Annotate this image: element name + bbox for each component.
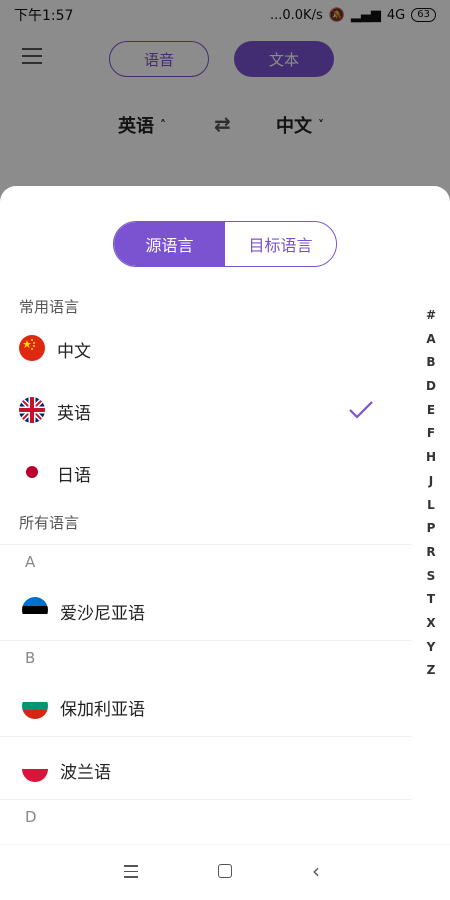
common-languages-title: 常用语言 [19, 298, 80, 316]
index-letter[interactable]: S [427, 565, 436, 589]
language-item-estonian[interactable]: 爱沙尼亚语 [0, 580, 410, 640]
index-letter[interactable]: D [426, 375, 436, 399]
index-letter[interactable]: B [426, 351, 435, 375]
index-letter[interactable]: # [426, 304, 436, 328]
bulgaria-flag-icon [22, 693, 48, 719]
divider [0, 736, 412, 737]
index-letter[interactable]: L [427, 494, 435, 518]
section-letter: A [25, 553, 36, 571]
language-label: 波兰语 [60, 763, 111, 783]
language-label: 保加利亚语 [60, 700, 145, 720]
language-item-english[interactable]: 英语 [0, 380, 410, 440]
language-type-toggle: 源语言 目标语言 [113, 221, 337, 267]
language-item-chinese[interactable]: 中文 [0, 318, 410, 378]
index-letter[interactable]: J [429, 470, 433, 494]
all-languages-title: 所有语言 [19, 514, 80, 532]
index-letter[interactable]: P [427, 517, 436, 541]
tab-source-language[interactable]: 源语言 [114, 222, 225, 266]
index-letter[interactable]: R [426, 541, 435, 565]
divider [0, 799, 412, 800]
tab-target-language[interactable]: 目标语言 [225, 222, 336, 266]
language-label: 中文 [57, 342, 91, 362]
index-letter[interactable]: Z [427, 659, 436, 683]
check-icon [348, 400, 374, 420]
language-label: 爱沙尼亚语 [60, 604, 145, 624]
index-letter[interactable]: F [427, 422, 435, 446]
index-letter[interactable]: Y [427, 636, 436, 660]
system-navigation-bar: ‹ [0, 844, 450, 900]
alphabet-index[interactable]: # A B D E F H J L P R S T X Y Z [420, 304, 442, 683]
index-letter[interactable]: E [427, 399, 435, 423]
language-item-japanese[interactable]: 日语 [0, 442, 410, 502]
language-label: 日语 [57, 466, 91, 486]
uk-flag-icon [19, 397, 45, 423]
index-letter[interactable]: X [426, 612, 435, 636]
language-picker-sheet: 源语言 目标语言 常用语言 中文 英语 日语 所有语言 A 爱沙尼亚语 B 保加… [0, 186, 450, 900]
divider [0, 640, 412, 641]
index-letter[interactable]: T [427, 588, 435, 612]
japan-flag-icon [19, 459, 45, 485]
divider [0, 544, 412, 545]
home-icon[interactable] [218, 864, 232, 878]
section-letter: D [25, 808, 37, 826]
china-flag-icon [19, 335, 45, 361]
poland-flag-icon [22, 756, 48, 782]
language-label: 英语 [57, 404, 91, 424]
recent-apps-icon[interactable] [124, 865, 138, 882]
language-item-bulgarian[interactable]: 保加利亚语 [0, 676, 410, 736]
back-icon[interactable]: ‹ [312, 859, 320, 883]
index-letter[interactable]: H [426, 446, 436, 470]
index-letter[interactable]: A [426, 328, 435, 352]
language-item-polish[interactable]: 波兰语 [0, 739, 410, 799]
section-letter: B [25, 649, 36, 667]
estonia-flag-icon [22, 597, 48, 623]
